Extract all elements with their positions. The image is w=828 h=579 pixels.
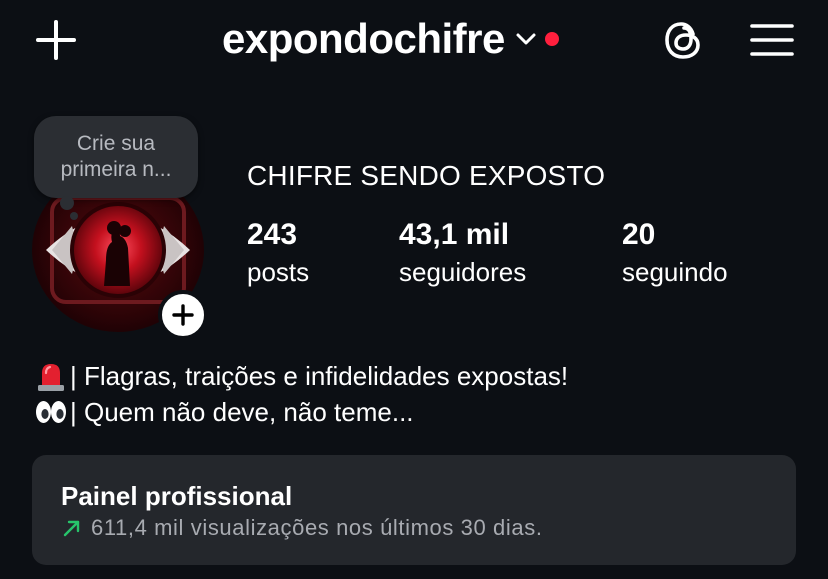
- threads-icon: [665, 22, 700, 59]
- police-light-icon: [38, 364, 64, 391]
- trending-up-arrow-icon: [63, 520, 80, 537]
- professional-dashboard-subtitle: 611,4 mil visualizações nos últimos 30 d…: [61, 515, 543, 541]
- stat-followers[interactable]: 43,1 mil seguidores: [399, 216, 526, 290]
- stat-following-value: 20: [622, 218, 656, 251]
- stat-posts-value: 243: [247, 218, 298, 251]
- plus-icon: [172, 304, 194, 326]
- notification-dot: [544, 32, 559, 46]
- stat-following[interactable]: 20 seguindo: [622, 216, 728, 290]
- stat-following-label: seguindo: [622, 257, 728, 287]
- plus-icon: [36, 20, 76, 60]
- profile-bio: | Flagras, traições e infidelidades expo…: [34, 358, 794, 430]
- top-bar: expondochifre: [0, 0, 828, 80]
- stat-followers-label: seguidores: [399, 257, 527, 287]
- stat-followers-value: 43,1 mil: [399, 218, 510, 251]
- username: expondochifre: [222, 15, 505, 62]
- note-bubble-tail: [60, 196, 74, 210]
- eyes-icon: [36, 401, 66, 423]
- chevron-down-icon: [516, 33, 536, 45]
- professional-dashboard-title: Painel profissional: [61, 481, 293, 511]
- profile-display-name: CHIFRE SENDO EXPOSTO: [247, 160, 606, 191]
- bio-line: | Flagras, traições e infidelidades expo…: [34, 358, 794, 394]
- account-switcher[interactable]: expondochifre: [222, 14, 559, 64]
- threads-button[interactable]: [660, 16, 708, 64]
- note-bubble-tail-small: [70, 212, 78, 220]
- stat-posts[interactable]: 243 posts: [247, 216, 309, 290]
- stat-posts-label: posts: [247, 257, 310, 287]
- bio-text-line-1: | Flagras, traições e infidelidades expo…: [70, 361, 569, 391]
- add-story-button[interactable]: [158, 290, 208, 340]
- professional-dashboard-views: 611,4 mil visualizações nos últimos 30 d…: [91, 515, 543, 540]
- bio-text-line-2: | Quem não deve, não teme...: [70, 397, 414, 427]
- create-new-button[interactable]: [34, 18, 78, 62]
- note-bubble[interactable]: Crie sua primeira n...: [34, 116, 198, 198]
- hamburger-menu-icon: [750, 24, 794, 56]
- bio-line: | Quem não deve, não teme...: [34, 394, 794, 430]
- note-placeholder: Crie sua primeira n...: [60, 132, 172, 181]
- menu-button[interactable]: [748, 18, 796, 62]
- professional-dashboard-card[interactable]: Painel profissional 611,4 mil visualizaç…: [32, 455, 796, 565]
